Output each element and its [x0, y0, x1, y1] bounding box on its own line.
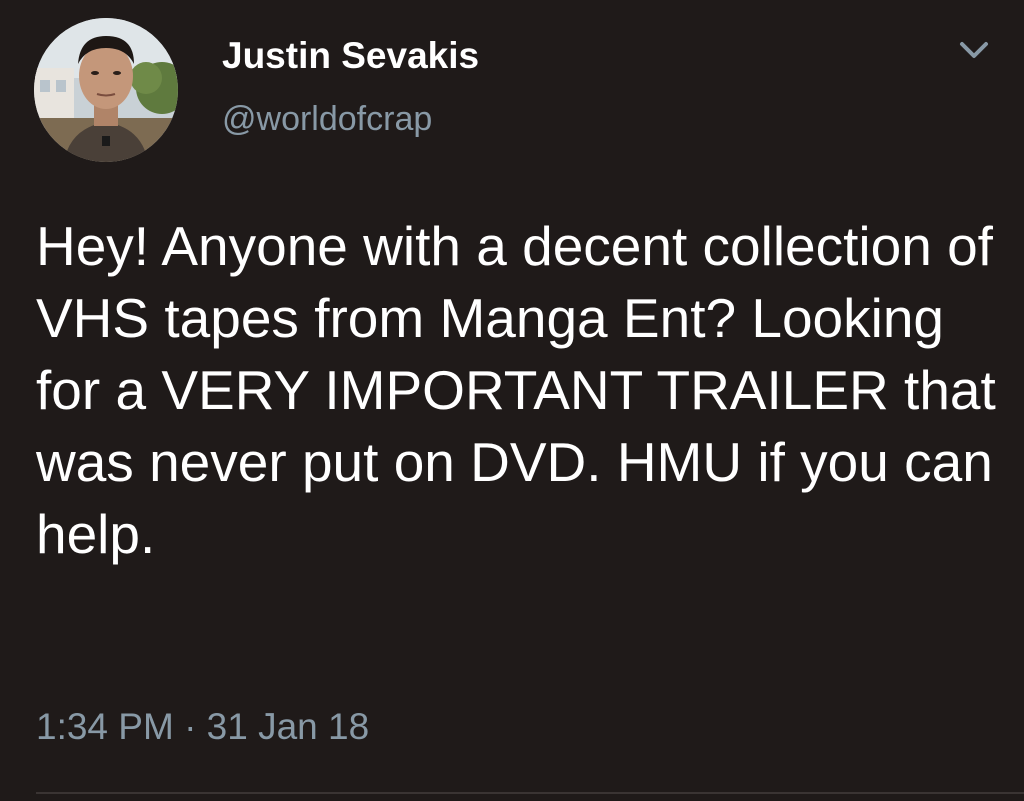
avatar[interactable] — [34, 18, 178, 162]
avatar-image — [34, 18, 178, 162]
chevron-down-icon[interactable] — [952, 36, 996, 66]
tweet-text: Hey! Anyone with a decent collection of … — [36, 215, 996, 565]
display-name[interactable]: Justin Sevakis — [222, 34, 479, 78]
divider — [36, 792, 1024, 794]
tweet-timestamp[interactable]: 1:34 PM · 31 Jan 18 — [36, 704, 369, 750]
user-handle[interactable]: @worldofcrap — [222, 98, 432, 140]
tweet-card: Justin Sevakis @worldofcrap Hey! Anyone … — [0, 0, 1024, 801]
